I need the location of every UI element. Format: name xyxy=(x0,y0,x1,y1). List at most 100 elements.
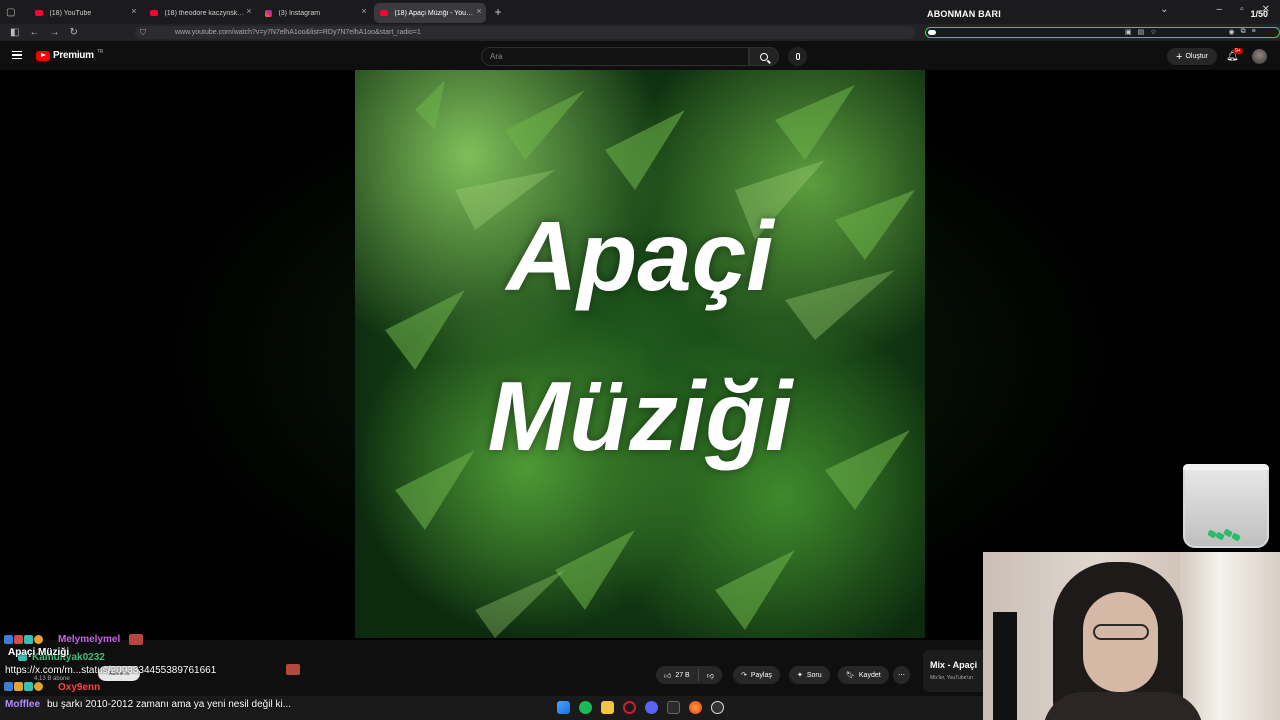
youtube-icon xyxy=(35,10,44,16)
save-button[interactable]: 🔖︎ Kaydet xyxy=(838,666,889,684)
close-icon[interactable]: × xyxy=(476,6,481,16)
streamer-sweater xyxy=(1043,692,1203,720)
file-explorer-icon[interactable] xyxy=(601,701,614,714)
youtube-header: Premium TR Ara + Oluştur 🔔︎ 9+ xyxy=(0,41,1280,70)
extension-icon[interactable]: ▣ xyxy=(1125,28,1132,36)
chat-message: bu şarkı 2010-2012 zamanı ama ya yeni ne… xyxy=(47,699,292,710)
chat-badges xyxy=(4,635,43,644)
shield-icon[interactable]: ⛉ xyxy=(140,28,146,38)
youtube-logo[interactable]: Premium TR xyxy=(36,48,104,61)
background-curtain xyxy=(1180,552,1280,720)
minimize-icon[interactable]: – xyxy=(1217,4,1223,15)
badge-icon xyxy=(14,682,23,691)
badge-icon xyxy=(4,635,13,644)
badge-icon xyxy=(24,635,33,644)
share-label: Paylaş xyxy=(750,671,772,679)
opera-icon[interactable] xyxy=(623,701,636,714)
discord-icon[interactable] xyxy=(645,701,658,714)
create-label: Oluştur xyxy=(1185,53,1208,60)
bookmark-icon: 🔖︎ xyxy=(846,672,855,679)
video-thumbnail-art[interactable]: Apaçi Müziği xyxy=(355,70,925,638)
extensions-puzzle-icon[interactable]: ⧉ xyxy=(1241,28,1246,36)
dislike-icon[interactable]: 👎︎ xyxy=(707,671,714,680)
back-icon[interactable]: ← xyxy=(29,27,39,38)
sidebar-toggle-icon[interactable]: ◧ xyxy=(10,27,19,38)
logo-country: TR xyxy=(96,48,104,55)
url-text: www.youtube.com/watch?v=y7N7elhA1oo&list… xyxy=(175,29,421,36)
abonman-title: ABONMAN BARI xyxy=(927,9,1001,19)
star-icon[interactable]: ☆ xyxy=(1150,28,1156,36)
tab-label: (18) Apaçi Müziği - YouTube xyxy=(394,9,475,17)
logo-text: Premium xyxy=(53,50,94,61)
webcam-feed xyxy=(983,552,1280,720)
maximize-icon[interactable]: ▫ xyxy=(1240,4,1244,15)
streamer-face xyxy=(1083,592,1158,692)
voice-search-button[interactable] xyxy=(788,47,807,66)
browser-tab-2[interactable]: (18) theodore kaczynski - YouTube × xyxy=(144,3,256,23)
youtube-icon xyxy=(150,10,159,16)
close-icon[interactable]: × xyxy=(361,6,366,16)
search-button[interactable] xyxy=(749,47,779,66)
like-dislike-group: 👍︎ 27 B 👎︎ xyxy=(656,666,722,684)
search-icon xyxy=(760,52,768,61)
new-tab-icon[interactable]: + xyxy=(494,5,501,19)
youtube-play-icon xyxy=(36,50,50,61)
like-icon[interactable]: 👍︎ xyxy=(664,671,671,680)
badge-icon xyxy=(34,682,43,691)
sparkle-icon: ✦ xyxy=(797,672,803,679)
glasses xyxy=(1093,624,1149,640)
art-title-line-1: Apaçi xyxy=(506,201,774,311)
mix-playlist-panel[interactable] xyxy=(923,650,985,692)
address-bar-icons: ▣ ▤ ☆ ◉ ⧉ ≡ xyxy=(1125,28,1256,36)
share-button[interactable]: ↷ Paylaş xyxy=(733,666,780,684)
menu-icon[interactable]: ≡ xyxy=(1252,28,1256,36)
notification-badge: 9+ xyxy=(1233,48,1243,54)
obs-icon[interactable] xyxy=(711,701,724,714)
close-icon[interactable]: × xyxy=(131,6,136,16)
chevron-down-icon[interactable]: ⌄ xyxy=(1160,4,1168,15)
avatar[interactable] xyxy=(1252,49,1267,64)
search-placeholder: Ara xyxy=(490,52,503,61)
chat-message: https://x.com/m...status/209333445538976… xyxy=(5,665,217,676)
hamburger-menu-icon[interactable] xyxy=(12,51,22,59)
profile-icon[interactable]: ◉ xyxy=(1229,28,1235,36)
chat-username: Mofflee xyxy=(5,699,40,710)
share-icon: ↷ xyxy=(741,672,747,679)
microphone-icon xyxy=(795,53,800,60)
firefox-icon[interactable] xyxy=(689,701,702,714)
url-field[interactable]: ⛉ www.youtube.com/watch?v=y7N7elhA1oo&li… xyxy=(135,26,915,39)
reload-icon[interactable]: ↻ xyxy=(69,27,77,38)
forward-icon[interactable]: → xyxy=(49,27,59,38)
jar-rim xyxy=(1183,464,1269,470)
browser-tab-strip: ▢ (18) YouTube × (18) theodore kaczynski… xyxy=(0,0,1280,24)
browser-tab-3[interactable]: (3) Instagram × xyxy=(259,3,371,23)
windows-start-icon[interactable] xyxy=(557,701,570,714)
abonman-count: 1/50 xyxy=(1250,9,1268,19)
chat-badges xyxy=(4,682,43,691)
terminal-icon[interactable] xyxy=(667,701,680,714)
browser-tab-1[interactable]: (18) YouTube × xyxy=(29,3,141,23)
mix-subtitle: Mix'ler, YouTube'un xyxy=(930,675,973,681)
pinned-chat-text: Apaçi Müziği xyxy=(8,647,70,658)
browser-tab-4[interactable]: (18) Apaçi Müziği - YouTube × xyxy=(374,3,487,23)
tab-label: (3) Instagram xyxy=(278,9,321,17)
youtube-icon xyxy=(380,10,389,16)
instagram-icon xyxy=(265,9,273,17)
create-button[interactable]: + Oluştur xyxy=(1167,48,1217,65)
chat-username: Oxy9enn xyxy=(58,682,101,693)
save-label: Kaydet xyxy=(858,671,881,679)
leaf-pattern xyxy=(385,80,915,638)
search-input[interactable]: Ara xyxy=(481,47,749,66)
spotify-icon[interactable] xyxy=(579,701,592,714)
reader-icon[interactable]: ▤ xyxy=(1138,28,1145,36)
microphone-arm xyxy=(993,612,1017,720)
close-icon[interactable]: × xyxy=(246,6,251,16)
tab-label: (18) YouTube xyxy=(49,9,92,17)
tab-overview-icon[interactable]: ▢ xyxy=(6,7,15,18)
more-actions-button[interactable]: ⋯ xyxy=(893,666,910,684)
divider xyxy=(697,669,699,681)
ask-button[interactable]: ✦ Soru xyxy=(789,666,830,684)
chat-username: Melymelymel xyxy=(58,634,121,645)
like-count[interactable]: 27 B xyxy=(675,672,689,679)
badge-icon xyxy=(14,635,23,644)
